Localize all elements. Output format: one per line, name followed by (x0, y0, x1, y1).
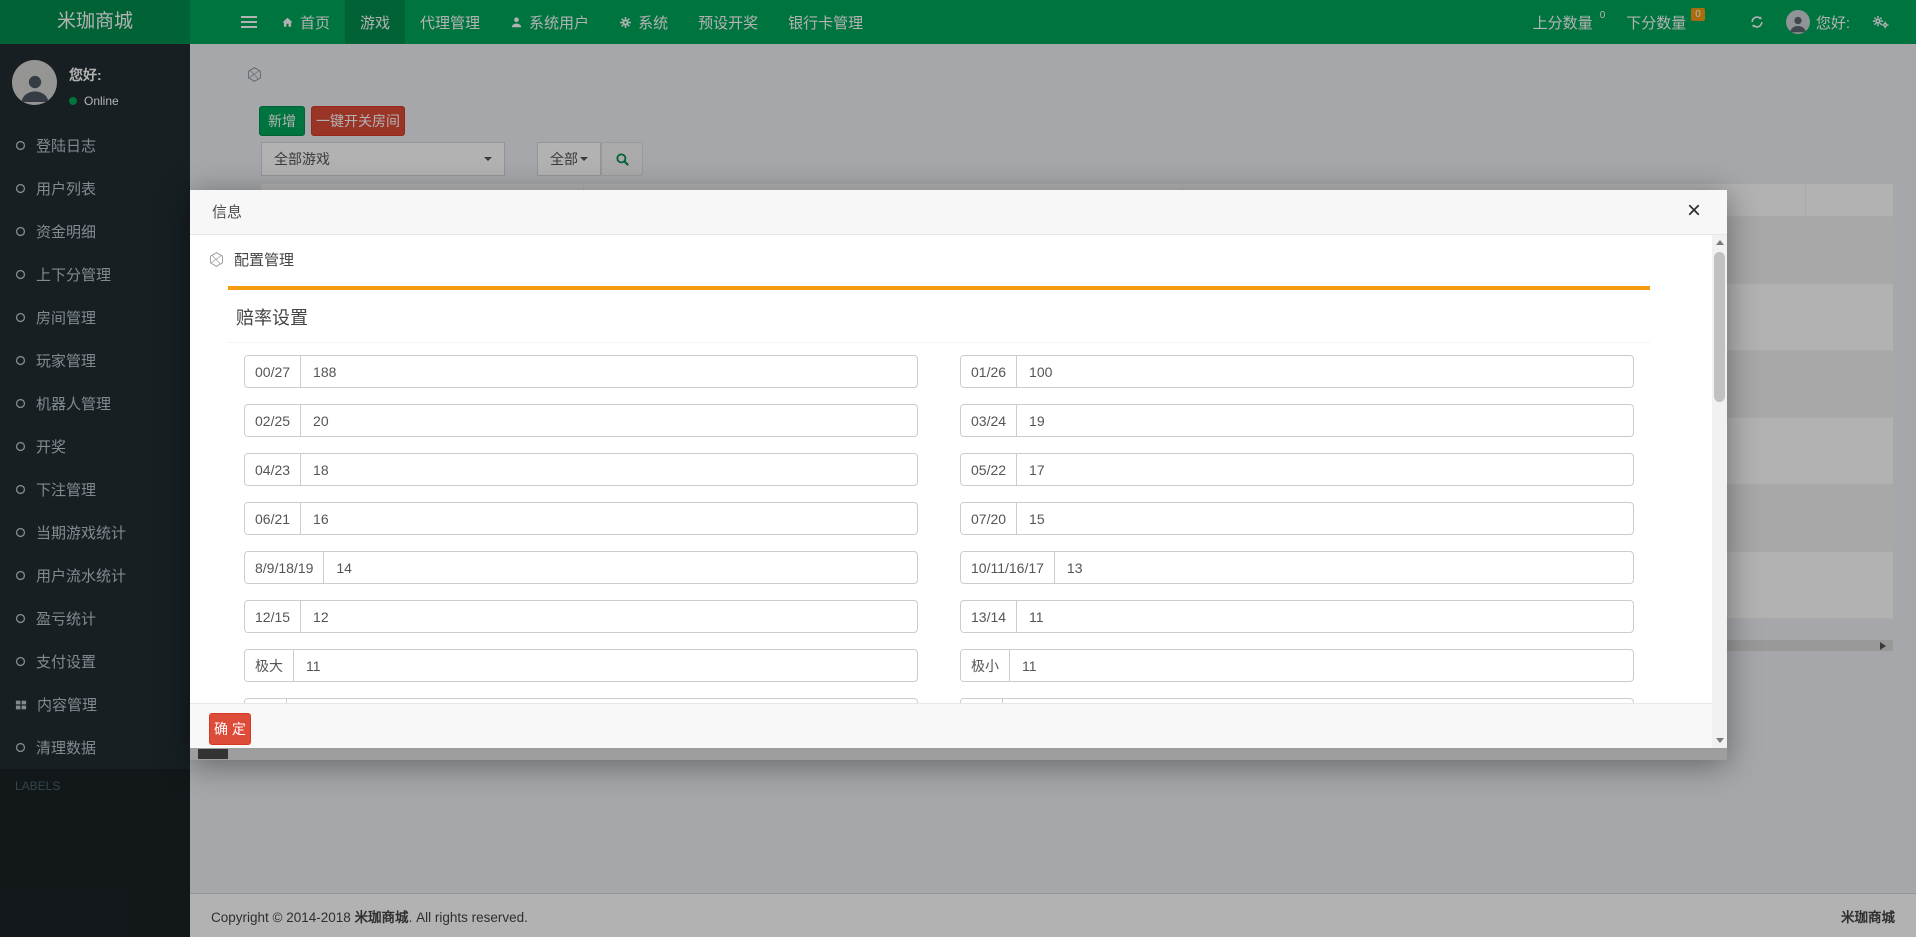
app-screen: 米珈商城 首页 游戏 代理管理 系统用户 系统 预设开奖 银行卡管理 上分数量 0 下分数量 0… (0, 0, 1916, 937)
odds-row: 12/15 12 (244, 600, 918, 633)
odds-label: 极大 (245, 650, 294, 681)
scrollbar-thumb[interactable] (198, 749, 228, 759)
odds-value-input[interactable]: 17 (1017, 454, 1633, 485)
odds-value-input[interactable]: 14 (324, 552, 917, 583)
odds-row: 8/9/18/19 14 (244, 551, 918, 584)
scroll-up-arrow-icon[interactable] (1712, 235, 1727, 250)
modal-header: 信息 × (190, 190, 1727, 235)
odds-value-input[interactable]: 100 (1017, 356, 1633, 387)
odds-row: 极小 11 (960, 649, 1634, 682)
odds-label: 06/21 (245, 503, 302, 534)
odds-form: 00/27 188 01/26 100 02/25 20 03/24 19 04/23 18 05/… (228, 343, 1650, 703)
odds-value-input[interactable]: 188 (301, 356, 917, 387)
odds-value-input[interactable]: 15 (1017, 503, 1633, 534)
modal-vertical-scrollbar[interactable] (1712, 235, 1727, 748)
odds-label: 极小 (961, 650, 1010, 681)
section-title: 赔率设置 (228, 290, 1650, 343)
odds-value-input[interactable]: 11 (294, 650, 917, 681)
breadcrumb-label: 配置管理 (234, 252, 295, 269)
odds-value-input[interactable]: 20 (301, 405, 917, 436)
odds-label: 12/15 (245, 601, 302, 632)
odds-row: 01/26 100 (960, 355, 1634, 388)
odds-row: 13/14 11 (960, 600, 1634, 633)
modal-title: 信息 (212, 204, 243, 221)
odds-row: 00/27 188 (244, 355, 918, 388)
config-placeholder-icon (208, 251, 225, 268)
odds-label: 00/27 (245, 356, 302, 387)
confirm-button[interactable]: 确 定 (209, 713, 251, 745)
info-modal: 信息 × 配置管理 赔率设置 00/27 188 01/26 100 02/25 20 03… (190, 190, 1727, 760)
odds-label: 10/11/16/17 (961, 552, 1055, 583)
odds-row: 05/22 17 (960, 453, 1634, 486)
breadcrumb: 配置管理 (208, 249, 1712, 270)
odds-value-input[interactable]: 19 (1017, 405, 1633, 436)
close-icon[interactable]: × (1687, 197, 1701, 226)
odds-value-input[interactable]: 12 (301, 601, 917, 632)
odds-row: 02/25 20 (244, 404, 918, 437)
modal-horizontal-scrollbar[interactable] (190, 748, 1727, 760)
odds-value-input[interactable]: 16 (301, 503, 917, 534)
scroll-down-arrow-icon[interactable] (1712, 733, 1727, 748)
odds-row: 04/23 18 (244, 453, 918, 486)
modal-body: 配置管理 赔率设置 00/27 188 01/26 100 02/25 20 03/24 19… (190, 235, 1712, 703)
odds-row: 极大 11 (244, 649, 918, 682)
odds-row: 10/11/16/17 13 (960, 551, 1634, 584)
odds-settings-box: 赔率设置 00/27 188 01/26 100 02/25 20 03/24 19 04/23… (228, 286, 1650, 703)
odds-label: 03/24 (961, 405, 1018, 436)
odds-value-input[interactable]: 11 (1017, 601, 1633, 632)
scrollbar-thumb[interactable] (1714, 252, 1725, 402)
odds-row: 03/24 19 (960, 404, 1634, 437)
odds-value-input[interactable]: 11 (1010, 650, 1633, 681)
modal-footer: 确 定 (190, 703, 1712, 748)
odds-label: 01/26 (961, 356, 1018, 387)
odds-value-input[interactable]: 18 (301, 454, 917, 485)
odds-label: 04/23 (245, 454, 302, 485)
odds-label: 8/9/18/19 (245, 552, 325, 583)
odds-row: 06/21 16 (244, 502, 918, 535)
odds-label: 05/22 (961, 454, 1018, 485)
odds-row: 07/20 15 (960, 502, 1634, 535)
odds-value-input[interactable]: 13 (1055, 552, 1633, 583)
odds-label: 07/20 (961, 503, 1018, 534)
odds-label: 13/14 (961, 601, 1018, 632)
odds-label: 02/25 (245, 405, 302, 436)
